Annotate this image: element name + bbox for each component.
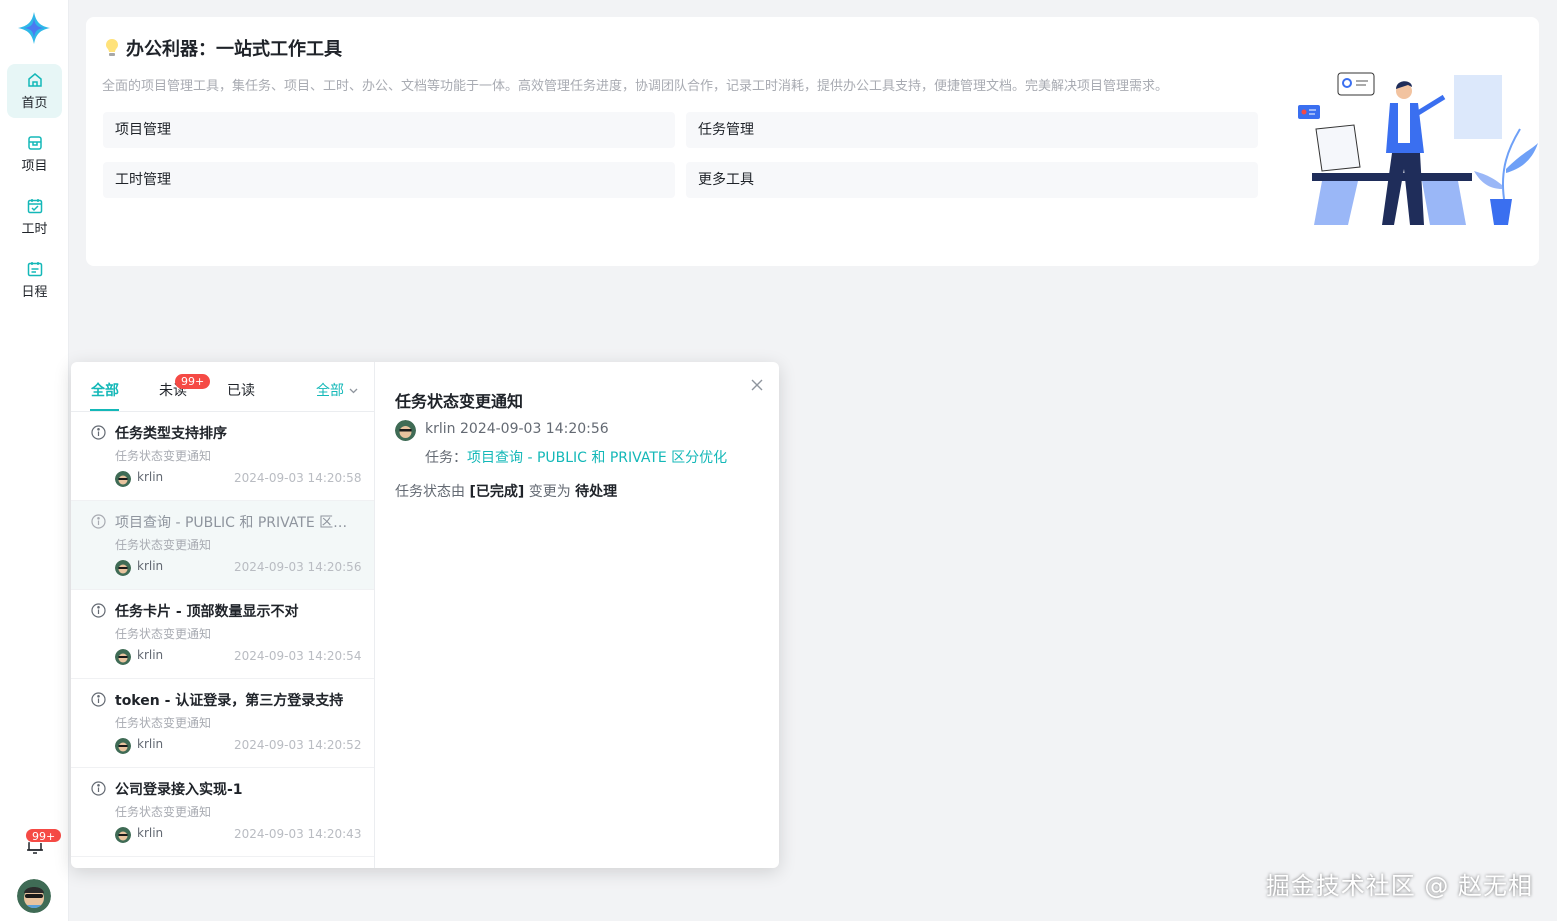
avatar — [395, 420, 416, 441]
avatar — [115, 471, 131, 487]
tab-all[interactable]: 全部 — [91, 380, 119, 400]
item-subtitle: 任务状态变更通知 — [115, 716, 212, 730]
office-illustration — [1298, 72, 1538, 225]
item-time: 2024-09-03 14:20:43 — [234, 827, 362, 841]
list-item[interactable]: 项目查询 - PUBLIC 和 PRIVATE 区分优化 任务状态变更通知 kr… — [71, 501, 374, 590]
tab-read[interactable]: 已读 — [227, 380, 255, 400]
info-icon — [91, 781, 106, 796]
info-icon — [91, 603, 106, 618]
calendar-check-icon — [27, 199, 42, 214]
item-subtitle: 任务状态变更通知 — [115, 627, 212, 641]
schedule-icon — [27, 262, 42, 277]
avatar — [115, 827, 131, 843]
sidebar-item-label: 日程 — [21, 285, 48, 300]
notification-detail-panel: 任务状态变更通知 krlin 2024-09-03 14:20:56 任务： 项… — [376, 362, 779, 868]
from-status: [已完成] — [469, 484, 525, 500]
home-icon — [27, 73, 42, 87]
info-icon — [91, 514, 106, 529]
item-time: 2024-09-03 14:20:52 — [234, 738, 362, 752]
item-title: 任务卡片 - 顶部数量显示不对 — [115, 604, 299, 620]
avatar — [115, 738, 131, 754]
close-icon[interactable] — [750, 378, 764, 392]
watermark: 掘金技术社区 @ 赵无相 — [1265, 872, 1533, 900]
notification-popover: 全部 未读 99+ 已读 全部 任务类型支持排序 任务状态变更通知 krlin … — [71, 362, 779, 868]
detail-task-label: 任务： — [425, 450, 467, 466]
item-title: 任务类型支持排序 — [115, 426, 227, 442]
filter-dropdown[interactable]: 全部 — [316, 380, 359, 400]
sidebar-item-label: 工时 — [21, 222, 48, 237]
info-icon — [91, 692, 106, 707]
sparkle-logo-icon[interactable] — [17, 11, 51, 45]
item-subtitle: 任务状态变更通知 — [115, 805, 212, 819]
sidebar-item-project[interactable]: 项目 — [7, 127, 62, 181]
chevron-down-icon — [349, 388, 358, 393]
status-change-prefix: 任务状态由 — [395, 484, 470, 500]
item-time: 2024-09-03 14:20:58 — [234, 471, 362, 485]
avatar — [115, 649, 131, 665]
item-title: 项目查询 - PUBLIC 和 PRIVATE 区分优化 — [115, 515, 359, 531]
active-tab-indicator — [90, 409, 119, 411]
item-title: 公司登录接入实现-1 — [115, 782, 243, 798]
filter-label: 全部 — [316, 383, 344, 399]
item-user: krlin — [137, 826, 164, 840]
status-change-mid: 变更为 — [524, 484, 576, 500]
detail-status-change: 任务状态由 [已完成] 变更为 待处理 — [395, 481, 617, 501]
sidebar-item-label: 首页 — [21, 96, 48, 111]
item-user: krlin — [137, 470, 164, 484]
item-user: krlin — [137, 737, 164, 751]
avatar — [115, 560, 131, 576]
list-item[interactable]: 任务类型支持排序 任务状态变更通知 krlin 2024-09-03 14:20… — [71, 412, 374, 501]
sidebar-item-worktime[interactable]: 工时 — [7, 190, 62, 244]
to-status: 待处理 — [575, 484, 618, 500]
project-icon — [27, 136, 42, 150]
sidebar-item-home[interactable]: 首页 — [7, 64, 62, 118]
lightbulb-icon — [106, 39, 118, 56]
detail-task-link[interactable]: 项目查询 - PUBLIC 和 PRIVATE 区分优化 — [467, 447, 727, 467]
notification-list-panel: 全部 未读 99+ 已读 全部 任务类型支持排序 任务状态变更通知 krlin … — [71, 362, 375, 868]
info-icon — [91, 425, 106, 440]
intro-card: 办公利器：一站式工作工具 全面的项目管理工具，集任务、项目、工时、办公、文档等功… — [86, 17, 1539, 266]
tool-worktime-management[interactable]: 工时管理 — [103, 162, 675, 198]
list-item[interactable]: 任务卡片 - 顶部数量显示不对 任务状态变更通知 krlin 2024-09-0… — [71, 590, 374, 679]
avatar[interactable] — [17, 879, 51, 913]
sidebar-item-label: 项目 — [21, 159, 48, 174]
unread-badge: 99+ — [175, 374, 211, 389]
tool-task-management[interactable]: 任务管理 — [686, 112, 1258, 148]
detail-user: krlin — [425, 421, 456, 437]
item-title: token - 认证登录，第三方登录支持 — [115, 693, 344, 709]
tool-project-management[interactable]: 项目管理 — [103, 112, 675, 148]
sidebar: 首页 项目 工时 日程 99+ — [0, 0, 69, 921]
tool-more-tools[interactable]: 更多工具 — [686, 162, 1258, 198]
notification-badge: 99+ — [25, 828, 63, 843]
card-description: 全面的项目管理工具，集任务、项目、工时、办公、文档等功能于一体。高效管理任务进度… — [102, 79, 1169, 94]
item-subtitle: 任务状态变更通知 — [115, 538, 212, 552]
item-user: krlin — [137, 648, 164, 662]
item-user: krlin — [137, 559, 164, 573]
page-title: 办公利器：一站式工作工具 — [104, 35, 342, 61]
item-time: 2024-09-03 14:20:56 — [234, 560, 362, 574]
list-item[interactable]: token - 认证登录，第三方登录支持 任务状态变更通知 krlin 2024… — [71, 679, 374, 768]
notification-list: 任务类型支持排序 任务状态变更通知 krlin 2024-09-03 14:20… — [71, 412, 374, 857]
item-subtitle: 任务状态变更通知 — [115, 449, 212, 463]
list-item[interactable]: 公司登录接入实现-1 任务状态变更通知 krlin 2024-09-03 14:… — [71, 768, 374, 857]
card-title-text: 办公利器：一站式工作工具 — [126, 39, 342, 60]
sidebar-item-schedule[interactable]: 日程 — [7, 253, 62, 307]
item-time: 2024-09-03 14:20:54 — [234, 649, 362, 663]
notification-tabs: 全部 未读 99+ 已读 全部 — [71, 362, 374, 412]
detail-title: 任务状态变更通知 — [395, 392, 524, 411]
detail-time: 2024-09-03 14:20:56 — [460, 421, 609, 437]
